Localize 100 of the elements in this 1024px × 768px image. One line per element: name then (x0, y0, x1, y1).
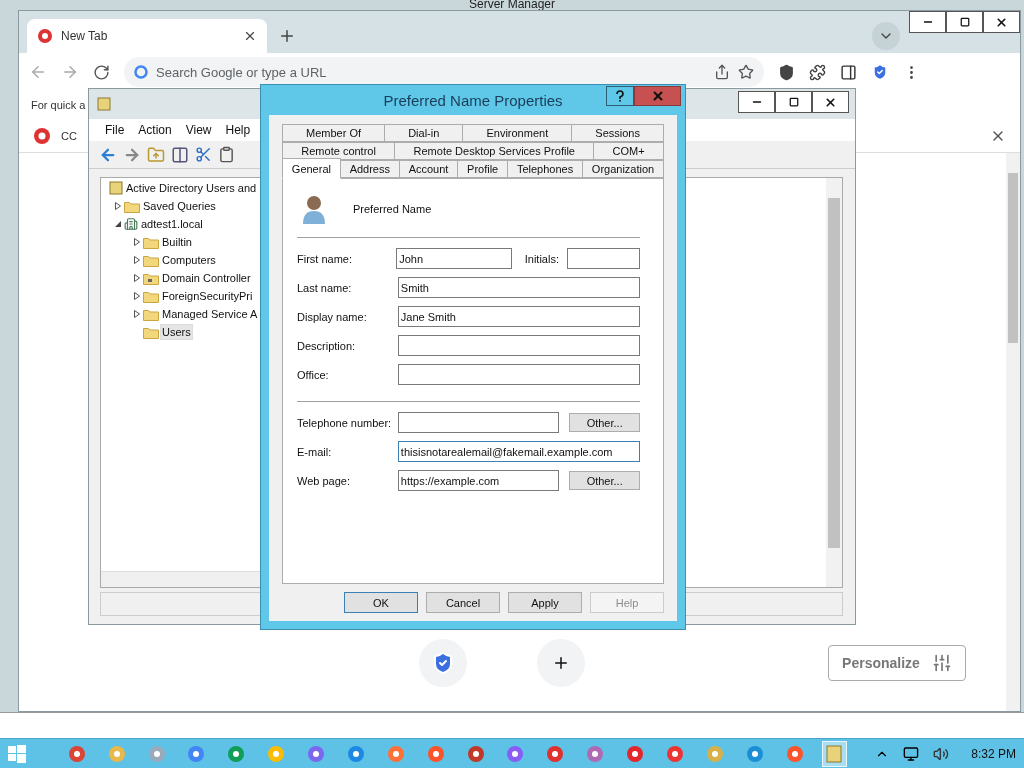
dialog-button[interactable]: Apply (508, 592, 582, 613)
shield-icon[interactable] (778, 63, 795, 81)
expander-icon[interactable] (132, 309, 142, 319)
folder-up-icon[interactable] (147, 145, 165, 164)
close-icon (995, 15, 1008, 29)
text-field[interactable] (397, 364, 640, 385)
reload-button[interactable] (93, 63, 110, 81)
plus-icon (278, 27, 296, 45)
menu-item[interactable]: Action (138, 123, 172, 137)
address-bar[interactable]: Search Google or type a URL (124, 57, 764, 87)
menu-item[interactable]: Help (225, 123, 251, 137)
other-button[interactable]: Other... (569, 471, 640, 490)
user-icon (301, 194, 327, 224)
folder-icon (143, 289, 159, 303)
minimize-button[interactable] (909, 11, 946, 33)
tree-item[interactable]: adtest1.local (139, 216, 205, 232)
text-field[interactable]: John (396, 248, 512, 269)
text-field[interactable]: Smith (397, 277, 640, 298)
tree-item[interactable]: ForeignSecurityPri (160, 288, 255, 304)
field-label: Telephone number: (297, 416, 393, 429)
dialog-tab[interactable]: Profile (458, 160, 509, 178)
sliders-icon (931, 653, 952, 673)
help-button[interactable] (606, 86, 634, 106)
clipboard-icon[interactable] (218, 146, 235, 163)
field-label: Office: (297, 368, 330, 381)
site-icon (33, 126, 51, 145)
side-panel-icon[interactable] (840, 63, 857, 81)
expander-icon[interactable] (113, 201, 123, 211)
text-field[interactable]: Jane Smith (397, 306, 640, 327)
dialog-tab[interactable]: Organization (583, 160, 665, 178)
shield-check-icon[interactable] (871, 63, 889, 81)
close-button[interactable] (983, 11, 1020, 33)
menu-item[interactable]: View (185, 123, 212, 137)
expander-icon[interactable] (132, 237, 142, 247)
add-icon (552, 654, 570, 672)
text-field[interactable]: thisisnotarealemail@fakemail.example.com (397, 441, 640, 462)
panel-icon[interactable] (171, 145, 189, 164)
expander-icon[interactable] (132, 273, 142, 283)
domain-icon (124, 217, 138, 231)
expander-icon[interactable] (132, 255, 142, 265)
tree-item[interactable]: Domain Controller (160, 270, 253, 286)
tree-item[interactable]: Computers (160, 252, 218, 268)
dialog-tab[interactable]: Remote Desktop Services Profile (395, 142, 595, 160)
menu-item[interactable]: File (105, 123, 125, 137)
network-icon[interactable] (903, 745, 920, 762)
dialog-button[interactable]: Cancel (426, 592, 500, 613)
maximize-button[interactable] (946, 11, 983, 33)
cut-icon[interactable] (195, 146, 212, 163)
dialog-tab[interactable]: COM+ (594, 142, 664, 160)
dialog-tab[interactable]: Remote control (282, 142, 396, 160)
personalize-button[interactable]: Personalize (828, 645, 966, 681)
tab-title: New Tab (61, 29, 109, 43)
expander-icon[interactable] (113, 219, 123, 229)
text-field[interactable]: https://example.com (397, 470, 560, 491)
tree-item[interactable]: Users (160, 324, 193, 340)
maximize-button[interactable] (775, 91, 812, 113)
text-field[interactable] (397, 412, 560, 433)
dialog-tab[interactable]: Dial-in (385, 124, 464, 142)
bookmarks-hint: For quick a (31, 99, 86, 111)
dialog-tab[interactable]: Member Of (282, 124, 386, 142)
google-icon (134, 65, 148, 79)
browser-tab[interactable]: New Tab (27, 19, 267, 53)
dialog-tab[interactable]: Account (399, 160, 459, 178)
dialog-tab[interactable]: Telephones (508, 160, 583, 178)
volume-icon[interactable] (933, 745, 950, 762)
shield-icon (431, 651, 455, 675)
back-button[interactable] (29, 63, 47, 81)
star-icon[interactable] (738, 64, 754, 80)
field-label: Last name: (297, 281, 353, 294)
extensions-icon[interactable] (809, 63, 826, 81)
dialog-tab[interactable]: Environment (463, 124, 573, 142)
other-button[interactable]: Other... (569, 413, 640, 432)
close-icon[interactable] (243, 29, 257, 43)
text-field[interactable] (567, 248, 640, 269)
dialog-button[interactable]: OK (344, 592, 418, 613)
shortcut-tile[interactable] (537, 639, 585, 687)
close-button[interactable] (812, 91, 849, 113)
tab-search-button[interactable] (872, 22, 900, 50)
text-field[interactable] (397, 335, 640, 356)
dialog-tab[interactable]: Sessions (572, 124, 664, 142)
dialog-tab[interactable]: General (282, 158, 341, 179)
expander-icon[interactable] (132, 291, 142, 301)
tree-item[interactable]: Active Directory Users and (124, 180, 259, 196)
tree-item[interactable]: Saved Queries (141, 198, 218, 214)
object-name: Preferred Name (353, 203, 432, 215)
close-button[interactable] (634, 86, 681, 106)
maximize-icon (788, 97, 799, 107)
tree-item[interactable]: Managed Service A (160, 306, 260, 322)
shortcut-tile[interactable] (419, 639, 467, 687)
tree-item[interactable]: Builtin (160, 234, 194, 250)
dialog-title: Preferred Name Properties (383, 91, 563, 109)
share-icon[interactable] (714, 64, 730, 80)
dialog-tab[interactable]: Address (340, 160, 400, 178)
forward-button[interactable] (61, 63, 79, 81)
start-icon[interactable] (8, 744, 26, 763)
notice-text: CC (61, 129, 77, 142)
folder-ou-icon (143, 271, 159, 285)
clock[interactable]: 8:32 PM (971, 746, 1016, 761)
folder-icon (143, 307, 159, 321)
minimize-button[interactable] (738, 91, 775, 113)
